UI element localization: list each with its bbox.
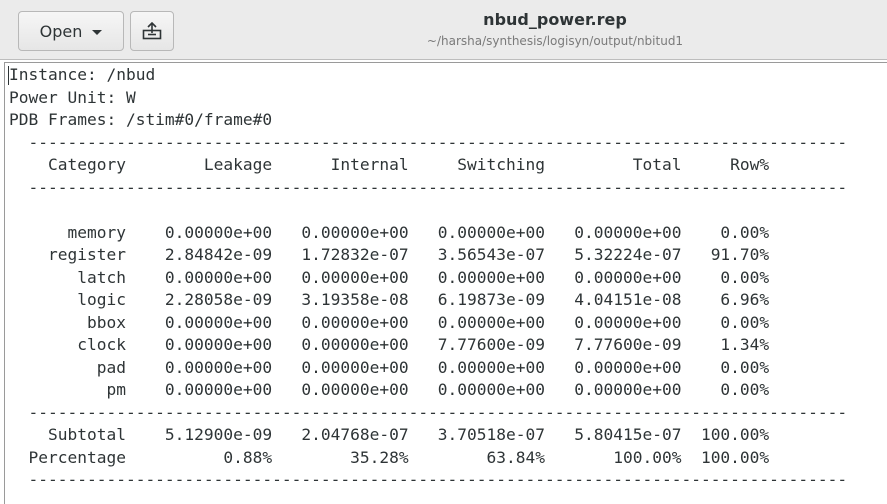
save-button[interactable] xyxy=(130,11,174,51)
instance-line: Instance: /nbud xyxy=(9,65,156,84)
table-row: memory 0.00000e+00 0.00000e+00 0.00000e+… xyxy=(9,222,770,242)
table-row: bbox 0.00000e+00 0.00000e+00 0.00000e+00… xyxy=(9,312,770,332)
window-title: nbud_power.rep xyxy=(483,10,627,29)
title-area: nbud_power.rep ~/harsha/synthesis/logisy… xyxy=(330,10,780,48)
chevron-down-icon xyxy=(92,29,103,35)
open-button[interactable]: Open xyxy=(18,11,124,51)
power-unit-line: Power Unit: W xyxy=(9,87,136,107)
save-icon xyxy=(142,22,162,40)
table-row: logic 2.28058e-09 3.19358e-08 6.19873e-0… xyxy=(9,290,770,309)
window-subtitle: ~/harsha/synthesis/logisyn/output/nbitud… xyxy=(426,34,684,48)
separator: ----------------------------------------… xyxy=(9,402,848,422)
text-editor[interactable]: Instance: /nbud Power Unit: W PDB Frames… xyxy=(4,62,887,504)
separator: ----------------------------------------… xyxy=(9,470,848,489)
table-header: Category Leakage Internal Switching Tota… xyxy=(9,155,770,174)
table-row: pad 0.00000e+00 0.00000e+00 0.00000e+00 … xyxy=(9,357,770,377)
separator: ----------------------------------------… xyxy=(9,132,848,152)
table-row: Subtotal 5.12900e-09 2.04768e-07 3.70518… xyxy=(9,425,770,444)
table-row: register 2.84842e-09 1.72832e-07 3.56543… xyxy=(9,245,770,264)
header-bar: Open nbud_power.rep ~/harsha/synthesis/l… xyxy=(0,0,887,60)
report-text: Instance: /nbud Power Unit: W PDB Frames… xyxy=(9,64,847,492)
table-row: pm 0.00000e+00 0.00000e+00 0.00000e+00 0… xyxy=(9,380,770,399)
pdb-frames-line: PDB Frames: /stim#0/frame#0 xyxy=(9,110,273,129)
table-row: Percentage 0.88% 35.28% 63.84% 100.00% 1… xyxy=(9,447,770,467)
table-row: latch 0.00000e+00 0.00000e+00 0.00000e+0… xyxy=(9,267,770,287)
open-button-label: Open xyxy=(39,21,83,41)
separator: ----------------------------------------… xyxy=(9,177,848,197)
table-row: clock 0.00000e+00 0.00000e+00 7.77600e-0… xyxy=(9,335,770,354)
